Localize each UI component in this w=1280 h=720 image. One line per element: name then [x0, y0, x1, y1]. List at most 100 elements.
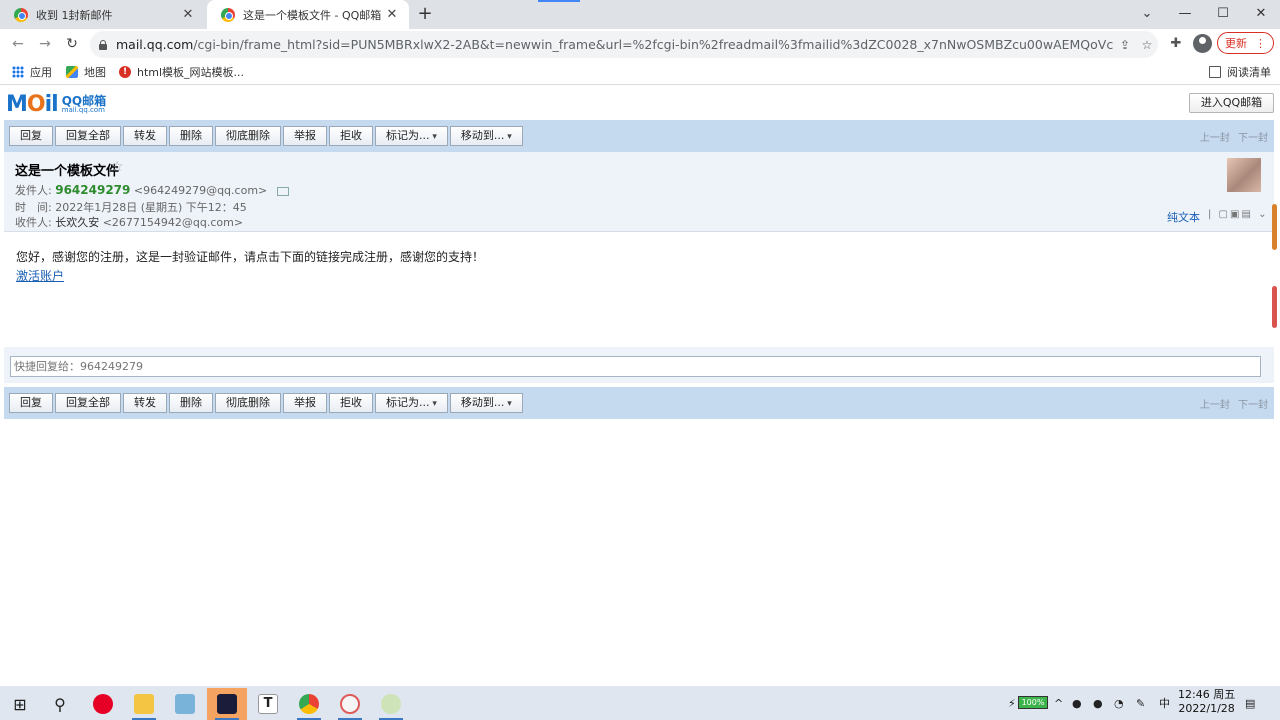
- folder-icon: [134, 694, 154, 714]
- mark-as-dropdown[interactable]: 标记为...: [375, 126, 448, 146]
- recipient-name[interactable]: 长欢久安: [55, 216, 99, 229]
- wifi-icon[interactable]: ◔: [1114, 686, 1124, 720]
- qq-icon-2[interactable]: ●: [1093, 686, 1103, 720]
- star-icon[interactable]: ☆: [1136, 38, 1158, 52]
- sender-avatar[interactable]: [1227, 158, 1261, 192]
- bookmark-html-templates[interactable]: ! html模板_网站模板...: [119, 64, 244, 80]
- bookmark-apps[interactable]: 应用: [12, 64, 52, 80]
- quick-reply-area: [4, 347, 1274, 383]
- share-icon[interactable]: ⇪: [1114, 38, 1136, 52]
- time-value: 2022年1月28日 (星期五) 下午12：45: [55, 201, 247, 214]
- extensions-icon[interactable]: ✚: [1165, 33, 1187, 55]
- taskbar-app[interactable]: [330, 688, 370, 720]
- taskbar-chrome[interactable]: [289, 688, 329, 720]
- reject-button[interactable]: 拒收: [329, 393, 373, 413]
- search-button[interactable]: ⚲: [40, 688, 80, 720]
- taskbar-notepad[interactable]: [165, 688, 205, 720]
- taskbar-intellij[interactable]: [207, 688, 247, 720]
- reading-list-icon: [1209, 66, 1221, 78]
- delete-button[interactable]: 删除: [169, 126, 213, 146]
- scrollbar-marker[interactable]: [1272, 204, 1277, 250]
- more-icon: ⋮: [1255, 36, 1266, 50]
- chrome-icon: [299, 694, 319, 714]
- delete-permanently-button[interactable]: 彻底删除: [215, 126, 281, 146]
- qq-mail-logo[interactable]: M O il QQ邮箱 mail.qq.com: [6, 91, 107, 117]
- power-icon[interactable]: ⚡: [1008, 686, 1016, 720]
- tab-title: 收到 1封新邮件: [36, 8, 113, 22]
- move-to-dropdown[interactable]: 移动到...: [449, 126, 523, 146]
- sender-address: <964249279@qq.com>: [133, 184, 268, 197]
- next-mail-link[interactable]: 下一封: [1238, 400, 1268, 411]
- tab-new-mail[interactable]: 收到 1封新邮件 ✕: [0, 0, 205, 29]
- start-button[interactable]: ⊞: [0, 688, 40, 720]
- quick-reply-input[interactable]: [10, 356, 1261, 377]
- profile-avatar[interactable]: [1193, 34, 1212, 53]
- back-icon[interactable]: ←: [7, 33, 29, 55]
- mail-action-toolbar-bottom: 回复 回复全部 转发 删除 彻底删除 举报 拒收 标记为... 移动到... 上…: [4, 387, 1274, 419]
- taskbar-netease-music[interactable]: [83, 688, 123, 720]
- taskbar-typora[interactable]: T: [248, 688, 288, 720]
- maximize-button[interactable]: ☐: [1204, 0, 1242, 29]
- update-button[interactable]: 更新 ⋮: [1217, 32, 1274, 54]
- battery-indicator[interactable]: 100%: [1018, 696, 1048, 709]
- delete-permanently-button[interactable]: 彻底删除: [215, 393, 281, 413]
- sender-name[interactable]: 964249279: [55, 183, 130, 197]
- contact-card-icon[interactable]: [276, 186, 289, 196]
- report-button[interactable]: 举报: [283, 393, 327, 413]
- reload-icon[interactable]: ↻: [61, 33, 83, 55]
- logo-letter: O: [26, 91, 46, 117]
- reply-button[interactable]: 回复: [9, 393, 53, 413]
- next-mail-link[interactable]: 下一封: [1238, 133, 1268, 144]
- reading-list-button[interactable]: 阅读清单: [1209, 64, 1271, 80]
- prev-mail-link[interactable]: 上一封: [1200, 400, 1230, 411]
- qq-icon[interactable]: ●: [1072, 686, 1082, 720]
- mail-header: 这是一个模板文件 ☆ 发件人: 964249279 <964249279@qq.…: [4, 152, 1274, 232]
- star-icon[interactable]: ☆: [111, 159, 124, 175]
- pen-icon[interactable]: ✎: [1136, 686, 1145, 720]
- report-button[interactable]: 举报: [283, 126, 327, 146]
- prev-mail-link[interactable]: 上一封: [1200, 133, 1230, 144]
- reply-all-button[interactable]: 回复全部: [55, 393, 121, 413]
- notification-icon[interactable]: ▤: [1245, 686, 1255, 720]
- address-bar[interactable]: mail.qq.com/cgi-bin/frame_html?sid=PUN5M…: [90, 31, 1158, 58]
- tab-template-file[interactable]: 这是一个模板文件 - QQ邮箱 ✕: [207, 0, 409, 29]
- tab-search-button[interactable]: ⌄: [1128, 0, 1166, 29]
- prev-next-nav: 上一封 下一封: [1195, 396, 1268, 411]
- mark-as-dropdown[interactable]: 标记为...: [375, 393, 448, 413]
- windows-taskbar: ⊞ ⚲ T ⚡ 100% ^ ● ● ◔ ✎ 中 12:46 周五 2022/1…: [0, 686, 1280, 720]
- enter-qq-mail-button[interactable]: 进入QQ邮箱: [1189, 93, 1274, 113]
- reply-all-button[interactable]: 回复全部: [55, 126, 121, 146]
- system-clock[interactable]: 12:46 周五 2022/1/28: [1178, 688, 1235, 716]
- delete-button[interactable]: 删除: [169, 393, 213, 413]
- taskbar-file-explorer[interactable]: [124, 688, 164, 720]
- close-icon[interactable]: ✕: [179, 7, 197, 22]
- clock-time: 12:46 周五: [1178, 688, 1236, 701]
- bookmark-maps[interactable]: 地图: [66, 64, 106, 80]
- chrome-favicon-icon: [14, 7, 28, 22]
- reply-button[interactable]: 回复: [9, 126, 53, 146]
- logo-letter: M: [6, 91, 28, 117]
- close-window-button[interactable]: ✕: [1242, 0, 1280, 29]
- bookmark-label: 应用: [30, 66, 52, 79]
- lock-icon: [98, 39, 108, 50]
- prev-next-nav: 上一封 下一封: [1195, 129, 1268, 144]
- forward-icon[interactable]: →: [34, 33, 56, 55]
- logo-cn: QQ邮箱: [61, 93, 107, 108]
- activate-account-link[interactable]: 激活账户: [16, 267, 64, 284]
- sender-row: 发件人: 964249279 <964249279@qq.com>: [15, 182, 289, 198]
- reject-button[interactable]: 拒收: [329, 126, 373, 146]
- show-hidden-icons[interactable]: ^: [1054, 686, 1063, 720]
- new-tab-button[interactable]: +: [414, 3, 436, 25]
- forward-button[interactable]: 转发: [123, 393, 167, 413]
- scrollbar-marker[interactable]: [1272, 286, 1277, 328]
- reading-list-label: 阅读清单: [1227, 66, 1271, 79]
- ime-indicator[interactable]: 中: [1159, 686, 1170, 720]
- mail-page: M O il QQ邮箱 mail.qq.com 进入QQ邮箱 回复 回复全部 转…: [0, 86, 1280, 686]
- taskbar-app-2[interactable]: [371, 688, 411, 720]
- plain-text-link[interactable]: 纯文本: [1167, 209, 1200, 225]
- close-icon[interactable]: ✕: [383, 7, 401, 22]
- forward-button[interactable]: 转发: [123, 126, 167, 146]
- view-options-icons[interactable]: | ▢▣▤ ⌄: [1208, 209, 1268, 220]
- minimize-button[interactable]: —: [1166, 0, 1204, 29]
- move-to-dropdown[interactable]: 移动到...: [449, 393, 523, 413]
